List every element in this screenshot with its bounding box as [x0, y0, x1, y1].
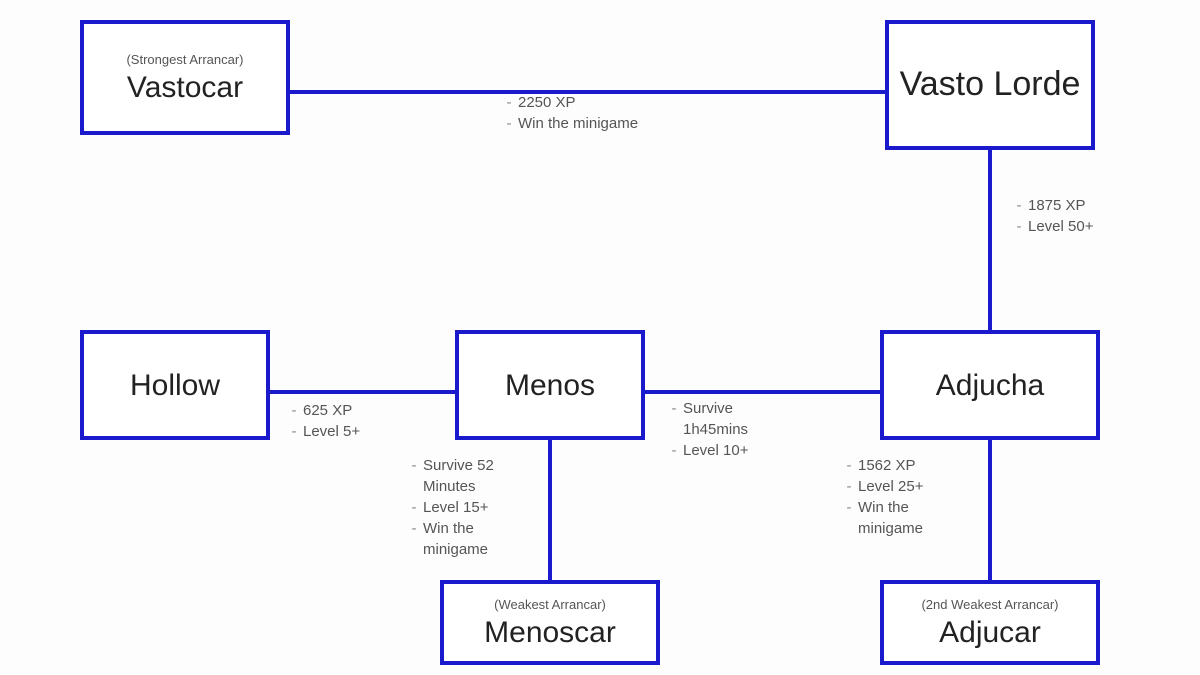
req-adjucha-adjucar: -1562 XP -Level 25+ -Win the minigame [840, 455, 948, 539]
req-item: 1562 XP [858, 455, 916, 476]
req-item: Level 5+ [303, 421, 360, 442]
edge-vastolorde-adjucha [988, 150, 992, 330]
node-adjucar: (2nd Weakest Arrancar) Adjucar [880, 580, 1100, 665]
req-item: 2250 XP [518, 92, 576, 113]
edge-menos-adjucha [640, 390, 890, 394]
edge-hollow-menos [260, 390, 460, 394]
req-item: Level 15+ [423, 497, 488, 518]
node-subtitle: (Strongest Arrancar) [126, 52, 243, 67]
node-title: Adjucar [939, 616, 1041, 649]
node-hollow: Hollow [80, 330, 270, 440]
node-title: Adjucha [936, 369, 1044, 402]
req-item: Win the minigame [858, 497, 948, 539]
node-title: Menos [505, 369, 595, 402]
edge-menos-menoscar [548, 440, 552, 585]
req-vastocar-vastolorde: -2250 XP -Win the minigame [500, 92, 638, 134]
edge-adjucha-adjucar [988, 440, 992, 585]
req-item: Level 10+ [683, 440, 748, 461]
req-item: Survive 52 Minutes [423, 455, 513, 497]
node-title: Vasto Lorde [900, 66, 1081, 103]
req-vastolorde-adjucha: -1875 XP -Level 50+ [1010, 195, 1093, 237]
req-item: 1875 XP [1028, 195, 1086, 216]
req-item: Win the minigame [423, 518, 513, 560]
node-title: Vastocar [127, 71, 243, 104]
node-title: Hollow [130, 369, 220, 402]
node-menoscar: (Weakest Arrancar) Menoscar [440, 580, 660, 665]
req-item: 625 XP [303, 400, 352, 421]
node-vastocar: (Strongest Arrancar) Vastocar [80, 20, 290, 135]
req-item: Level 25+ [858, 476, 923, 497]
node-subtitle: (2nd Weakest Arrancar) [921, 597, 1058, 612]
req-item: Level 50+ [1028, 216, 1093, 237]
req-hollow-menos: -625 XP -Level 5+ [285, 400, 360, 442]
node-subtitle: (Weakest Arrancar) [494, 597, 606, 612]
node-title: Menoscar [484, 616, 616, 649]
req-item: Win the minigame [518, 113, 638, 134]
node-menos: Menos [455, 330, 645, 440]
req-menos-adjucha: -Survive 1h45mins -Level 10+ [665, 398, 793, 461]
node-vastolorde: Vasto Lorde [885, 20, 1095, 150]
node-adjucha: Adjucha [880, 330, 1100, 440]
req-item: Survive 1h45mins [683, 398, 793, 440]
req-menos-menoscar: -Survive 52 Minutes -Level 15+ -Win the … [405, 455, 513, 560]
